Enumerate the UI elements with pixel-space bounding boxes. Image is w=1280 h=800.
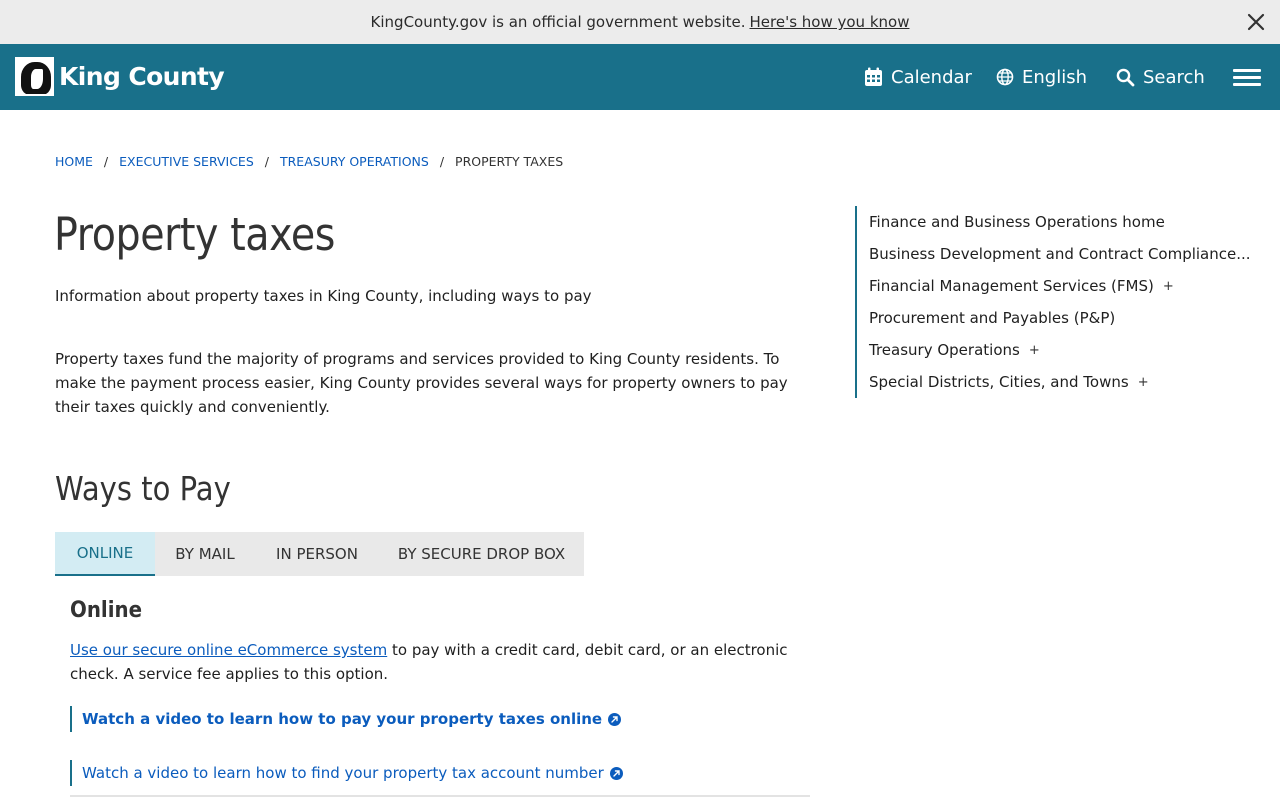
tab-online[interactable]: ONLINE	[55, 532, 155, 576]
breadcrumb-home[interactable]: HOME	[55, 154, 93, 169]
expand-plus-icon[interactable]: +	[1029, 343, 1040, 358]
sidebar-item-label: Business Development and Contract Compli…	[869, 245, 1251, 263]
king-county-logo[interactable]: King County	[15, 57, 225, 96]
sidebar-item-special-districts[interactable]: Special Districts, Cities, and Towns +	[869, 370, 1149, 394]
video-link-pay-online-label: Watch a video to learn how to pay your p…	[82, 710, 603, 728]
page-subtitle: Information about property taxes in King…	[55, 287, 592, 305]
breadcrumb-separator: /	[264, 154, 269, 169]
external-link-icon	[608, 712, 622, 726]
tab-by-mail[interactable]: BY MAIL	[155, 532, 255, 576]
panel-divider	[70, 795, 810, 797]
video-link-find-account-label: Watch a video to learn how to find your …	[82, 764, 604, 782]
sidebar-item-label: Financial Management Services (FMS)	[869, 277, 1154, 295]
tab-by-secure-drop-box[interactable]: BY SECURE DROP BOX	[379, 532, 584, 576]
video-link-pay-online[interactable]: Watch a video to learn how to pay your p…	[70, 706, 622, 732]
sidebar-item-fms[interactable]: Financial Management Services (FMS) +	[869, 274, 1174, 298]
intro-paragraph: Property taxes fund the majority of prog…	[55, 350, 788, 416]
external-link-icon	[609, 766, 623, 780]
breadcrumb: HOME / EXECUTIVE SERVICES / TREASURY OPE…	[55, 154, 563, 169]
sidebar-item-procurement[interactable]: Procurement and Payables (P&P)	[869, 306, 1115, 330]
section-side-nav: Finance and Business Operations home Bus…	[855, 206, 1251, 398]
sidebar-item-label: Treasury Operations	[869, 341, 1020, 359]
sidebar-item-label: Finance and Business Operations home	[869, 213, 1165, 231]
sidebar-item-treasury[interactable]: Treasury Operations +	[869, 338, 1040, 362]
breadcrumb-executive-services[interactable]: EXECUTIVE SERVICES	[119, 154, 254, 169]
language-selector[interactable]: English	[996, 44, 1087, 110]
expand-plus-icon[interactable]: +	[1138, 375, 1149, 390]
sidebar-item-finance-home[interactable]: Finance and Business Operations home	[869, 210, 1165, 234]
hamburger-menu-icon[interactable]	[1233, 69, 1261, 87]
close-icon[interactable]	[1246, 12, 1266, 32]
globe-icon	[996, 68, 1014, 86]
banner-text: KingCounty.gov is an official government…	[370, 13, 746, 31]
breadcrumb-separator: /	[103, 154, 109, 169]
calendar-label: Calendar	[891, 66, 972, 88]
breadcrumb-current: PROPERTY TAXES	[455, 154, 564, 169]
ways-to-pay-heading: Ways to Pay	[55, 469, 231, 508]
expand-plus-icon[interactable]: +	[1163, 279, 1174, 294]
breadcrumb-treasury-operations[interactable]: TREASURY OPERATIONS	[280, 154, 429, 169]
video-link-find-account[interactable]: Watch a video to learn how to find your …	[70, 760, 623, 786]
calendar-link[interactable]: Calendar	[864, 44, 972, 110]
calendar-icon	[865, 67, 882, 86]
sidebar-item-label: Procurement and Payables (P&P)	[869, 309, 1116, 327]
official-site-banner: KingCounty.gov is an official government…	[0, 0, 1280, 44]
ecommerce-system-link[interactable]: Use our secure online eCommerce system	[70, 641, 387, 659]
search-icon	[1116, 68, 1135, 86]
sidebar-item-label: Special Districts, Cities, and Towns	[869, 373, 1129, 391]
breadcrumb-separator: /	[439, 154, 445, 169]
search-link[interactable]: Search	[1116, 44, 1205, 110]
payment-tabs: ONLINE BY MAIL IN PERSON BY SECURE DROP …	[55, 532, 584, 576]
search-label: Search	[1143, 66, 1205, 88]
online-panel-text: Use our secure online eCommerce system t…	[70, 638, 790, 686]
sidebar-item-business-development[interactable]: Business Development and Contract Compli…	[869, 242, 1251, 266]
tab-in-person[interactable]: IN PERSON	[255, 532, 379, 576]
mlk-logo-icon	[15, 57, 54, 96]
heres-how-you-know-link[interactable]: Here's how you know	[750, 13, 910, 31]
page-title: Property taxes	[54, 208, 336, 261]
language-label: English	[1022, 66, 1087, 88]
site-header: King County Calendar English Search	[0, 44, 1280, 110]
online-panel-title: Online	[70, 598, 143, 623]
logo-text: King County	[59, 62, 225, 91]
